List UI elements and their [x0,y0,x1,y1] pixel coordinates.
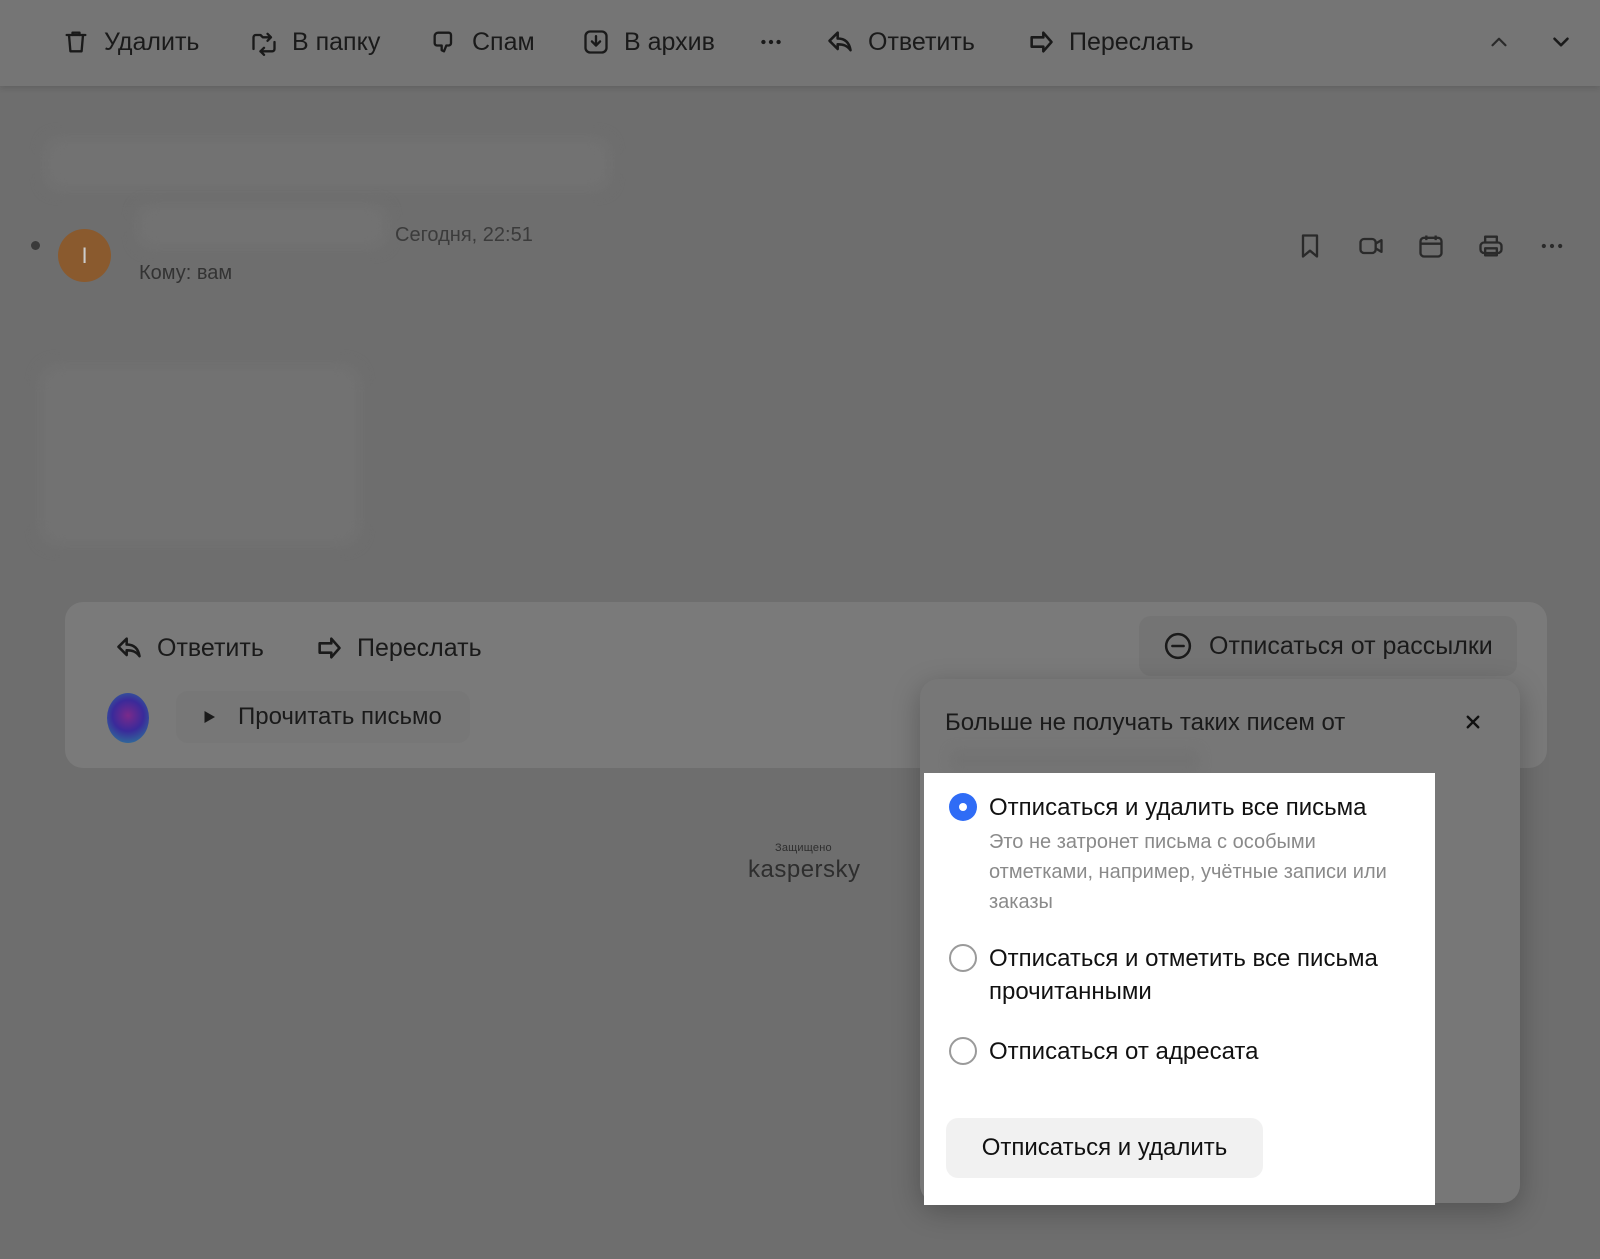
video-camera-icon [1359,237,1383,255]
trash-icon [65,31,87,53]
play-icon [204,711,215,723]
thumbs-down-icon [433,31,453,53]
blurred-subject [45,138,610,190]
avatar-letter: I [81,242,88,268]
calendar-icon [1419,235,1443,258]
read-aloud-button[interactable]: Прочитать письмо [176,691,470,743]
voice-assistant-icon[interactable] [107,693,149,743]
previous-message-button[interactable] [1481,24,1517,60]
more-dots-icon [761,39,781,45]
option-unsubscribe-sender[interactable]: Отписаться от адресата [949,1035,1409,1071]
video-call-button[interactable] [1354,229,1388,263]
unsubscribe-label: Отписаться от рассылки [1209,631,1493,660]
archive-label: В архив [624,27,715,56]
radio-unselected[interactable] [949,1037,977,1065]
reply-icon [117,637,141,658]
option-label: Отписаться и отметить все письма прочита… [989,945,1378,1005]
chevron-down-icon [1553,37,1569,47]
popover-title: Больше не получать таких писем от [945,709,1346,736]
folder-move-icon [252,32,276,56]
printer-icon [1479,235,1503,257]
read-aloud-label: Прочитать письмо [238,703,442,730]
option-unsubscribe-mark-read[interactable]: Отписаться и отметить все письма прочита… [949,942,1409,1012]
forward-icon [1030,31,1053,53]
avatar[interactable]: I [58,229,111,282]
more-button[interactable] [753,24,789,60]
print-button[interactable] [1474,229,1508,263]
archive-button[interactable]: В архив [582,22,715,62]
forward-icon [318,637,341,659]
forward-button[interactable]: Переслать [1027,22,1194,62]
close-button[interactable] [1460,709,1486,735]
delete-label: Удалить [104,27,200,56]
option-unsubscribe-delete[interactable]: Отписаться и удалить все письма Это не з… [949,791,1409,921]
option-label: Отписаться от адресата [989,1038,1259,1065]
unread-dot[interactable] [31,241,40,250]
reply-icon [828,31,852,52]
kaspersky-protected-label: Защищено [775,842,832,854]
move-to-folder-button[interactable]: В папку [250,22,380,62]
radio-unselected[interactable] [949,944,977,972]
message-recipient: Кому: вам [139,262,233,284]
unsubscribe-options: Отписаться и удалить все письма Это не з… [924,773,1435,1205]
chevron-up-icon [1491,37,1507,47]
blurred-message-body [40,365,360,545]
minus-circle-icon [1164,632,1192,660]
move-to-folder-label: В папку [292,27,381,56]
blurred-sender [137,204,387,248]
unsubscribe-button[interactable]: Отписаться от рассылки [1139,616,1517,676]
option-label: Отписаться и удалить все письма [989,794,1367,821]
radio-selected[interactable] [949,793,977,821]
option-hint: Это не затронет письма с особыми отметка… [989,831,1387,913]
kaspersky-logo: kaspersky [748,856,861,883]
more-dots-icon [1541,243,1563,249]
reply-button[interactable]: Ответить [826,22,975,62]
message-more-button[interactable] [1535,229,1569,263]
reply-label: Ответить [868,27,975,56]
forward-label: Переслать [1069,27,1194,56]
panel-forward-button[interactable]: Переслать [315,628,482,668]
spam-label: Спам [472,27,535,56]
unsubscribe-delete-button[interactable]: Отписаться и удалить [946,1118,1263,1178]
toolbar: Удалить В папку Спам В архив Ответить Пе… [0,0,1600,86]
bookmark-icon [1301,234,1319,258]
delete-button[interactable]: Удалить [62,22,199,62]
archive-icon [584,30,608,54]
calendar-button[interactable] [1414,229,1448,263]
blurred-sender-name [950,749,1200,773]
message-date: Сегодня, 22:51 [395,224,533,246]
panel-forward-label: Переслать [357,633,482,662]
panel-reply-button[interactable]: Ответить [115,628,264,668]
bookmark-button[interactable] [1293,229,1327,263]
next-message-button[interactable] [1543,24,1579,60]
spam-button[interactable]: Спам [430,22,535,62]
panel-reply-label: Ответить [157,633,264,662]
close-icon [1466,715,1480,729]
